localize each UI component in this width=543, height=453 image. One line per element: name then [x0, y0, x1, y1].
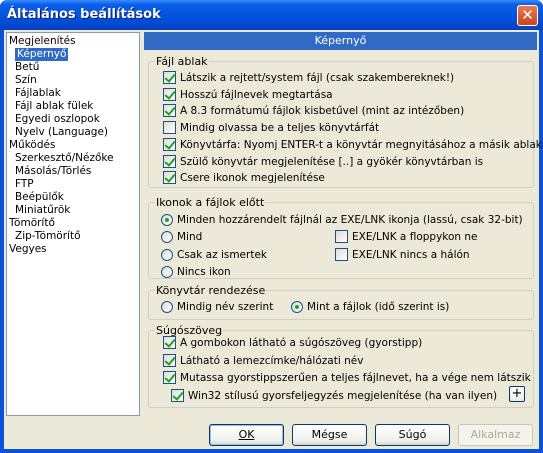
tree-item[interactable]: Beépülők: [15, 191, 64, 204]
checkbox-indicator: [335, 230, 348, 243]
tooltip-checkbox-1[interactable]: Látható a lemezcímke/hálózati név: [163, 353, 363, 368]
checkbox-indicator: [163, 353, 176, 367]
tooltip-checkbox-3[interactable]: Win32 stílusú gyorsfeljegyzés megjelenít…: [171, 388, 497, 403]
checkbox-indicator: [163, 87, 176, 101]
radio-indicator: [161, 301, 173, 313]
tree-item[interactable]: Megjelenítés: [9, 35, 76, 48]
help-button[interactable]: Súgó: [375, 424, 450, 446]
page-title: Képernyő: [144, 32, 537, 50]
sort-radio-like-files[interactable]: Mint a fájlok (idő szerint is): [291, 300, 449, 314]
icons-radio-all[interactable]: Mind: [161, 230, 202, 244]
file-window-group: Fájl ablak Látszik a rejtett/system fájl…: [148, 55, 543, 188]
radio-indicator: [161, 249, 173, 261]
tree-item[interactable]: Egyedi oszlopok: [15, 113, 100, 126]
close-button[interactable]: ✕: [517, 5, 538, 26]
tree-item[interactable]: Szerkesztő/Nézőke: [15, 152, 114, 165]
checkbox-indicator: [163, 121, 176, 135]
icons-radio-known[interactable]: Csak az ismertek: [161, 248, 267, 262]
checkbox-indicator: [163, 104, 176, 118]
radio-indicator: [291, 301, 303, 313]
ok-button[interactable]: OK: [209, 424, 284, 446]
checkbox-indicator: [163, 71, 176, 84]
tooltip-checkbox-0[interactable]: A gombokon látható a súgószöveg (gyorsti…: [163, 336, 422, 350]
exe-lnk-floppy-checkbox[interactable]: EXE/LNK a floppykon ne: [335, 230, 478, 244]
tree-item[interactable]: FTP: [15, 178, 34, 191]
title-bar[interactable]: Általános beállítások ✕: [0, 0, 543, 30]
tree-item[interactable]: Zip-Tömörítő: [15, 230, 81, 243]
cancel-button[interactable]: Mégse: [292, 424, 367, 446]
expand-button[interactable]: +: [509, 386, 525, 402]
file-window-checkbox-6[interactable]: Csere ikonok megjelenítése: [163, 171, 325, 185]
radio-indicator: [161, 214, 173, 226]
checkbox-indicator: [163, 371, 176, 384]
sort-group-title: Könyvtár rendezése: [155, 284, 267, 297]
dialog-window: Általános beállítások ✕ Megjelenítés Képe…: [0, 0, 543, 453]
file-window-checkbox-5[interactable]: Szülő könyvtár megjelenítése [..] a gyök…: [163, 154, 483, 169]
tree-item[interactable]: Másolás/Törlés: [15, 165, 91, 178]
checkbox-indicator: [163, 154, 176, 168]
checkbox-indicator: [335, 248, 348, 261]
icons-group-title: Ikonok a fájlok előtt: [155, 196, 266, 209]
file-window-checkbox-2[interactable]: A 8.3 formátumú fájlok kisbetűvel (mint …: [163, 104, 464, 118]
tree-item[interactable]: Fájl ablak fülek: [15, 100, 93, 113]
tree-item[interactable]: Nyelv (Language): [15, 126, 108, 139]
icons-group: Ikonok a fájlok előtt Minden hozzárendel…: [148, 196, 534, 279]
tree-item[interactable]: Miniatűrök: [15, 204, 70, 217]
settings-tree[interactable]: Megjelenítés Képernyő Betű Szín Fájlablak Fáj…: [6, 32, 140, 416]
apply-button: Alkalmaz: [458, 424, 533, 446]
tree-item[interactable]: Működés: [9, 139, 55, 152]
file-window-checkbox-4[interactable]: Könyvtárfa: Nyomj ENTER-t a könyvtár meg…: [163, 137, 543, 152]
file-window-group-title: Fájl ablak: [155, 55, 209, 68]
radio-indicator: [161, 266, 173, 278]
tree-item[interactable]: Tömörítő: [9, 217, 55, 230]
file-window-checkbox-3[interactable]: Mindig olvassa be a teljes könyvtárfát: [163, 121, 379, 135]
tree-item[interactable]: Szín: [15, 74, 37, 87]
window-title: Általános beállítások: [7, 7, 161, 22]
file-window-checkbox-1[interactable]: Hosszú fájlnevek megtartása: [163, 87, 333, 102]
checkbox-indicator: [163, 137, 176, 151]
tree-item[interactable]: Képernyő: [15, 48, 69, 61]
exe-lnk-network-checkbox[interactable]: EXE/LNK nincs a hálón: [335, 248, 470, 262]
file-window-checkbox-0[interactable]: Látszik a rejtett/system fájl (csak szak…: [163, 71, 454, 85]
tree-item[interactable]: Fájlablak: [15, 87, 61, 100]
radio-indicator: [161, 231, 173, 243]
checkbox-indicator: [163, 336, 176, 349]
icons-radio-all-assoc[interactable]: Minden hozzárendelt fájlnál az EXE/LNK i…: [161, 213, 523, 227]
tree-item[interactable]: Betű: [15, 61, 39, 74]
tree-item[interactable]: Vegyes: [9, 243, 47, 256]
sort-radio-by-name[interactable]: Mindig név szerint: [161, 300, 273, 314]
tooltips-group: Súgószöveg A gombokon látható a súgószöv…: [148, 324, 534, 408]
tooltip-checkbox-2[interactable]: Mutassa gyorstippszerűen a teljes fájlne…: [163, 371, 531, 385]
sort-group: Könyvtár rendezése Mindig név szerint Mi…: [148, 284, 534, 320]
close-icon: ✕: [521, 6, 534, 24]
icons-radio-none[interactable]: Nincs ikon: [161, 265, 231, 279]
dialog-body: Megjelenítés Képernyő Betű Szín Fájlablak Fáj…: [4, 30, 543, 449]
checkbox-indicator: [163, 171, 176, 185]
checkbox-indicator: [171, 388, 184, 402]
